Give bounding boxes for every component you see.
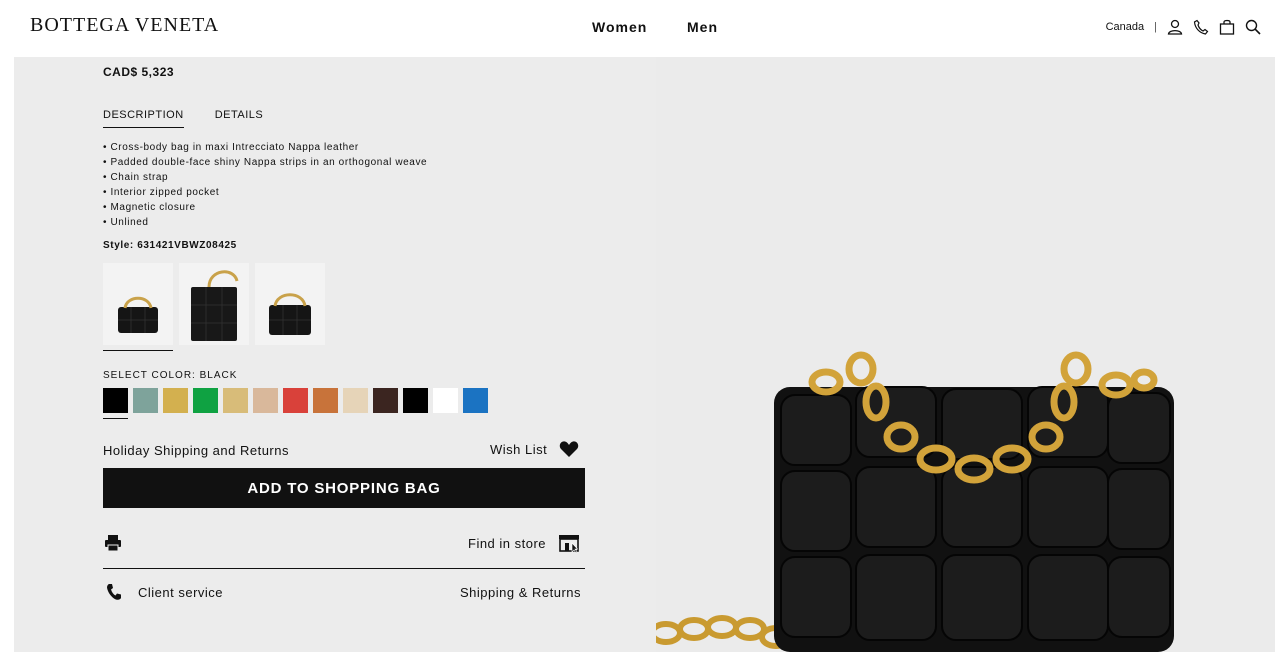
info-tabs: DESCRIPTION DETAILS — [103, 109, 263, 128]
description-list: • Cross-body bag in maxi Intrecciato Nap… — [103, 140, 427, 230]
thumbnail-standing[interactable] — [179, 263, 249, 345]
nav-men[interactable]: Men — [687, 19, 718, 35]
swatch-green[interactable] — [193, 388, 218, 413]
print-icon[interactable] — [104, 534, 122, 557]
description-item: • Cross-body bag in maxi Intrecciato Nap… — [103, 142, 359, 153]
wishlist-button[interactable]: Wish List — [490, 440, 579, 458]
heart-icon[interactable] — [559, 440, 579, 458]
site-header: BOTTEGA VENETA Women Men Canada | — [0, 0, 1275, 57]
color-swatches — [103, 388, 488, 419]
wishlist-label: Wish List — [490, 441, 548, 457]
swatch-red[interactable] — [283, 388, 308, 413]
brand-logo[interactable]: BOTTEGA VENETA — [30, 14, 219, 37]
swatch-white[interactable] — [433, 388, 458, 413]
client-service-link[interactable]: Client service — [106, 583, 223, 601]
thumbnail-gallery — [103, 263, 325, 351]
description-item: • Magnetic closure — [103, 202, 196, 213]
swatch-orange[interactable] — [313, 388, 338, 413]
description-item: • Padded double-face shiny Nappa strips … — [103, 157, 428, 168]
swatch-black-2[interactable] — [403, 388, 428, 413]
swatch-sand[interactable] — [223, 388, 248, 413]
add-to-bag-button[interactable]: ADD TO SHOPPING BAG — [103, 468, 585, 508]
phone-handset-icon — [106, 583, 122, 601]
search-icon[interactable] — [1245, 19, 1261, 35]
tab-details[interactable]: DETAILS — [215, 109, 264, 128]
store-icon[interactable] — [558, 532, 580, 554]
swatch-nude[interactable] — [253, 388, 278, 413]
nav-women[interactable]: Women — [592, 19, 647, 35]
client-service-label: Client service — [138, 584, 224, 600]
style-code: Style: 631421VBWZ08425 — [103, 240, 237, 251]
bag-icon[interactable] — [1219, 19, 1235, 35]
thumbnail-front[interactable] — [103, 263, 173, 351]
utility-bar: Canada | — [1106, 19, 1261, 35]
thumbnail-side[interactable] — [255, 263, 325, 345]
description-item: • Chain strap — [103, 172, 169, 183]
divider — [103, 568, 585, 569]
swatch-brown[interactable] — [373, 388, 398, 413]
description-item: • Interior zipped pocket — [103, 187, 220, 198]
user-icon[interactable] — [1167, 19, 1183, 35]
product-price: CAD$ 5,323 — [103, 65, 175, 79]
shipping-returns-link[interactable]: Shipping & Returns — [460, 585, 581, 600]
tab-description[interactable]: DESCRIPTION — [103, 109, 184, 128]
holiday-shipping-link[interactable]: Holiday Shipping and Returns — [103, 443, 289, 458]
country-selector[interactable]: Canada — [1106, 21, 1145, 33]
swatch-cream[interactable] — [343, 388, 368, 413]
swatch-black[interactable] — [103, 388, 128, 419]
find-in-store-link[interactable]: Find in store — [468, 532, 580, 554]
description-item: • Unlined — [103, 217, 149, 228]
phone-icon[interactable] — [1193, 19, 1209, 35]
separator: | — [1154, 21, 1157, 33]
swatch-mustard[interactable] — [163, 388, 188, 413]
product-info-panel: CAD$ 5,323 DESCRIPTION DETAILS • Cross-b… — [14, 57, 656, 652]
product-image — [656, 57, 1275, 652]
product-page: CAD$ 5,323 DESCRIPTION DETAILS • Cross-b… — [14, 57, 1275, 652]
find-in-store-label: Find in store — [468, 535, 547, 551]
swatch-blue[interactable] — [463, 388, 488, 413]
swatch-sage[interactable] — [133, 388, 158, 413]
select-color-label: SELECT COLOR: BLACK — [103, 370, 238, 381]
